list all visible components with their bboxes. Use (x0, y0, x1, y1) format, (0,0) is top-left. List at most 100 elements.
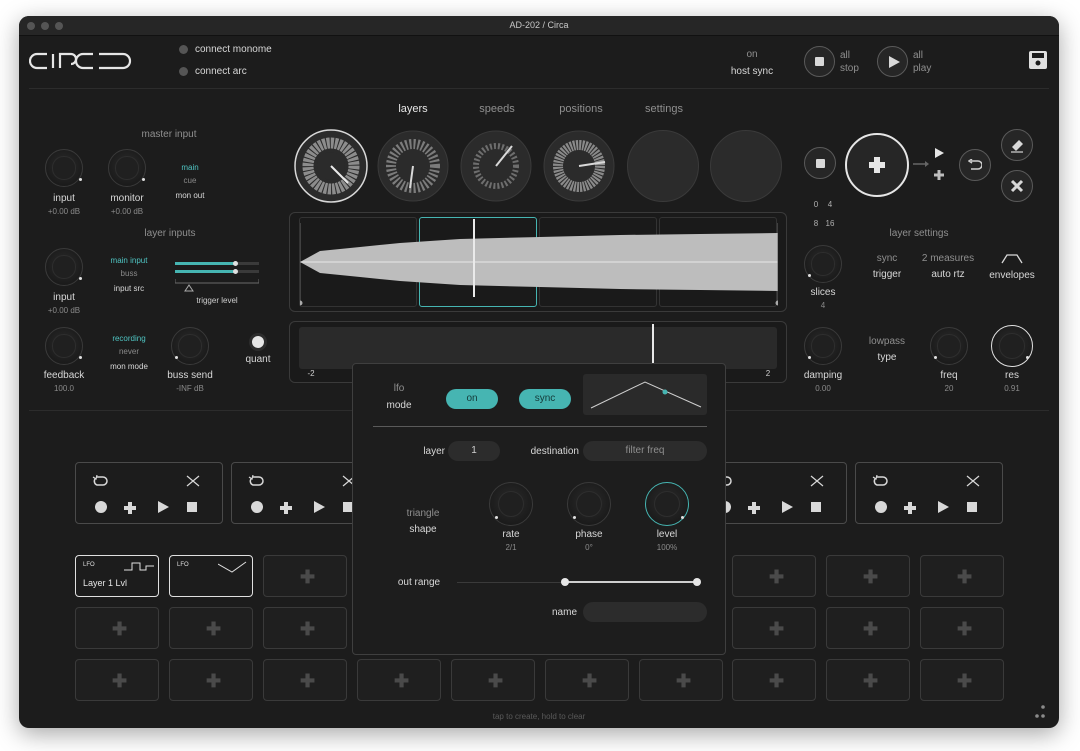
empty-mod-slot[interactable]: ✚ (169, 659, 253, 701)
grid-4[interactable]: 4 (825, 200, 835, 209)
monitor-knob[interactable] (108, 149, 146, 187)
empty-mod-slot[interactable]: ✚ (639, 659, 723, 701)
empty-mod-slot[interactable]: ✚ (732, 607, 816, 649)
feedback-knob[interactable] (45, 327, 83, 365)
empty-mod-slot[interactable]: ✚ (732, 555, 816, 597)
master-input-knob[interactable] (45, 149, 83, 187)
empty-mod-slot[interactable]: ✚ (826, 555, 910, 597)
name-field[interactable] (583, 602, 707, 622)
layer-6-disc[interactable] (710, 130, 782, 202)
all-play-button[interactable] (877, 46, 908, 77)
empty-mod-slot[interactable]: ✚ (826, 659, 910, 701)
stop-icon[interactable] (967, 502, 977, 512)
play-icon[interactable] (782, 501, 793, 513)
tab-positions[interactable]: positions (549, 103, 613, 115)
damping-knob[interactable] (804, 327, 842, 365)
loop-icon[interactable] (872, 475, 888, 487)
layer-4-disc[interactable] (543, 130, 615, 202)
layer-stop-button[interactable] (804, 147, 836, 179)
record-layer-button[interactable] (845, 133, 909, 197)
grid-0[interactable]: 0 (811, 200, 821, 209)
scissors-icon[interactable] (810, 475, 824, 487)
measures-label[interactable]: 2 measures (916, 253, 980, 264)
stop-icon[interactable] (811, 502, 821, 512)
empty-mod-slot[interactable]: ✚ (826, 607, 910, 649)
empty-mod-slot[interactable]: ✚ (357, 659, 441, 701)
host-sync-label[interactable]: host sync (722, 66, 782, 77)
scissors-icon[interactable] (186, 475, 200, 487)
level-meter-1-handle[interactable] (233, 261, 238, 266)
sync-mode-value[interactable]: trigger (863, 269, 911, 280)
tab-speeds[interactable]: speeds (470, 103, 524, 115)
empty-mod-slot[interactable]: ✚ (920, 607, 1004, 649)
phase-knob[interactable] (567, 482, 611, 526)
tab-layers[interactable]: layers (390, 103, 436, 115)
stop-icon[interactable] (187, 502, 197, 512)
clear-button[interactable] (1001, 170, 1033, 202)
connect-monome-button[interactable]: connect monome (195, 44, 272, 55)
mon-mode-recording[interactable]: recording (105, 334, 153, 343)
input-src-buss[interactable]: buss (105, 269, 153, 278)
play-icon[interactable] (938, 501, 949, 513)
layer-input-knob[interactable] (45, 248, 83, 286)
empty-mod-slot[interactable]: ✚ (451, 659, 535, 701)
empty-mod-slot[interactable]: ✚ (920, 659, 1004, 701)
scissors-icon[interactable] (966, 475, 980, 487)
destination-field[interactable]: filter freq (583, 441, 707, 461)
out-range-high-handle[interactable] (693, 578, 701, 586)
waveform-panel[interactable] (289, 212, 787, 312)
layer-2-disc[interactable] (377, 130, 449, 202)
layer-1-disc[interactable] (293, 128, 369, 204)
measures-value[interactable]: auto rtz (922, 269, 974, 280)
record-icon[interactable] (875, 501, 887, 513)
lfo-slot-1[interactable]: LFO Layer 1 Lvl (75, 555, 159, 597)
mon-out-main[interactable]: main (172, 163, 208, 172)
level-knob[interactable] (645, 482, 689, 526)
layer-3-disc[interactable] (460, 130, 532, 202)
buss-send-knob[interactable] (171, 327, 209, 365)
empty-mod-slot[interactable]: ✚ (732, 659, 816, 701)
record-icon[interactable] (251, 501, 263, 513)
scrub-playhead[interactable] (652, 324, 654, 368)
envelopes-button[interactable]: envelopes (985, 270, 1039, 281)
sync-mode-label[interactable]: sync (867, 253, 907, 264)
save-icon[interactable] (1028, 50, 1048, 70)
lfo-sync-toggle[interactable]: sync (519, 389, 571, 409)
empty-mod-slot[interactable]: ✚ (263, 555, 347, 597)
res-knob[interactable] (991, 325, 1033, 367)
loop-icon[interactable] (248, 475, 264, 487)
grid-16[interactable]: 16 (823, 219, 837, 228)
tab-settings[interactable]: settings (635, 103, 693, 115)
layer-field[interactable]: 1 (448, 441, 500, 461)
play-icon[interactable] (158, 501, 169, 513)
empty-mod-slot[interactable]: ✚ (263, 659, 347, 701)
shape-name[interactable]: triangle (393, 508, 453, 519)
loop-button[interactable] (959, 149, 991, 181)
erase-button[interactable] (1001, 129, 1033, 161)
rate-knob[interactable] (489, 482, 533, 526)
empty-mod-slot[interactable]: ✚ (263, 607, 347, 649)
freq-knob[interactable] (930, 327, 968, 365)
sync-state[interactable]: on (730, 49, 774, 60)
layer-5-disc[interactable] (627, 130, 699, 202)
record-icon[interactable] (95, 501, 107, 513)
filter-mode[interactable]: lowpass (864, 336, 910, 347)
quant-toggle[interactable] (252, 336, 264, 348)
out-range-low-handle[interactable] (561, 578, 569, 586)
level-meter-2-handle[interactable] (233, 269, 238, 274)
resize-grip-icon[interactable] (1033, 704, 1047, 722)
lfo-on-toggle[interactable]: on (446, 389, 498, 409)
slices-knob[interactable] (804, 245, 842, 283)
input-src-main[interactable]: main input (105, 256, 153, 265)
empty-mod-slot[interactable]: ✚ (169, 607, 253, 649)
empty-mod-slot[interactable]: ✚ (545, 659, 629, 701)
connect-arc-button[interactable]: connect arc (195, 66, 247, 77)
grid-8[interactable]: 8 (811, 219, 821, 228)
empty-mod-slot[interactable]: ✚ (75, 659, 159, 701)
play-icon[interactable] (314, 501, 325, 513)
mon-mode-never[interactable]: never (105, 347, 153, 356)
all-stop-button[interactable] (804, 46, 835, 77)
loop-icon[interactable] (92, 475, 108, 487)
mon-out-cue[interactable]: cue (172, 176, 208, 185)
lfo-slot-2[interactable]: LFO (169, 555, 253, 597)
